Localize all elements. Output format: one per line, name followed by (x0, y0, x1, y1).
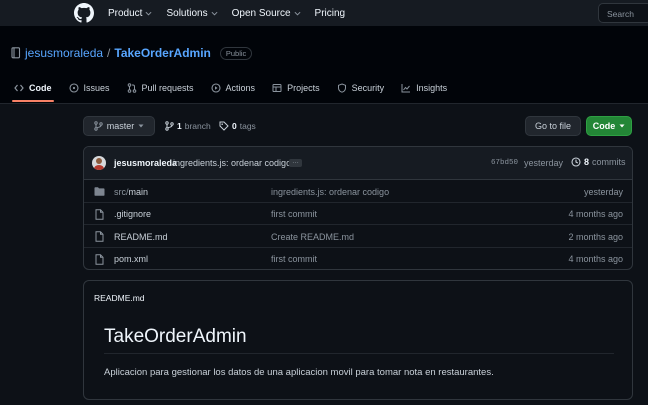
git-branch-icon (165, 121, 174, 131)
file-name-text: main (128, 186, 149, 197)
tab-insights-label: Insights (416, 83, 448, 93)
tab-issues-label: Issues (83, 83, 110, 93)
readme-panel: README.md TakeOrderAdmin Aplicacion para… (83, 280, 633, 400)
file-icon (95, 208, 104, 220)
commit-count-label: commits (592, 157, 626, 167)
file-commit-message[interactable]: ingredients.js: ordenar codigo (271, 187, 389, 197)
nav-product-label: Product (108, 7, 143, 19)
search-input[interactable]: Search (598, 3, 648, 23)
tag-icon (219, 121, 229, 131)
repo-owner-link[interactable]: jesusmoraleda (25, 46, 103, 60)
folder-icon (94, 187, 105, 196)
nav-solutions-label: Solutions (166, 7, 208, 19)
nav-pricing-label: Pricing (314, 7, 346, 19)
file-date: yesterday (583, 186, 623, 197)
file-commit-message[interactable]: Create README.md (271, 232, 354, 242)
caret-down-icon (619, 124, 625, 128)
file-list: jesusmoraleda ingredients.js: ordenar co… (83, 146, 633, 270)
tab-projects[interactable]: Projects (272, 81, 320, 95)
tab-code[interactable]: Code (12, 81, 53, 102)
readme-title: TakeOrderAdmin (104, 326, 247, 347)
repo-icon (11, 47, 21, 59)
github-logo-icon[interactable] (74, 3, 94, 23)
expand-commit-button[interactable]: … (289, 158, 302, 167)
tag-count-label: tags (239, 121, 256, 131)
commit-count: 8 (584, 157, 590, 167)
file-commit-message[interactable]: first commit (271, 209, 317, 219)
avatar[interactable] (92, 156, 106, 170)
nav-open-source-label: Open Source (231, 7, 291, 19)
file-row-pom[interactable]: pom.xml first commit 4 months ago (84, 248, 632, 270)
branch-count: 1 (177, 121, 182, 131)
chevron-down-icon (145, 11, 152, 16)
file-path-prefix: src/ (114, 186, 129, 197)
code-button-label: Code (592, 121, 616, 131)
chevron-down-icon (294, 11, 301, 16)
repo-name-link[interactable]: TakeOrderAdmin (114, 46, 210, 60)
repo-title: jesusmoraleda / TakeOrderAdmin Public (11, 46, 253, 60)
tab-actions-label: Actions (225, 83, 256, 93)
repo-header: jesusmoraleda / TakeOrderAdmin Public Co… (0, 26, 648, 104)
git-branch-icon (94, 121, 103, 131)
commit-author[interactable]: jesusmoraleda (114, 158, 177, 168)
history-icon (571, 157, 581, 167)
tab-projects-label: Projects (287, 83, 320, 93)
commit-hash[interactable]: 67bd50 (491, 159, 518, 167)
file-row-readme[interactable]: README.md Create README.md 2 months ago (84, 225, 632, 248)
divider (104, 353, 614, 354)
readme-body: Aplicacion para gestionar los datos de u… (104, 367, 494, 378)
file-name[interactable]: README.md (114, 232, 168, 242)
branches-link[interactable]: 1 branch (165, 121, 211, 131)
tab-pull-requests[interactable]: Pull requests (127, 81, 194, 95)
branch-select-button[interactable]: master (83, 116, 155, 136)
nav-menu: Product Solutions Open Source Pricing (108, 0, 345, 26)
visibility-badge: Public (219, 46, 253, 60)
tab-pull-requests-label: Pull requests (141, 83, 194, 93)
branch-count-label: branch (184, 121, 211, 131)
tab-issues[interactable]: Issues (68, 81, 110, 95)
file-date: 4 months ago (568, 209, 623, 219)
graph-icon (401, 84, 411, 93)
tab-security-label: Security (351, 83, 385, 93)
code-icon (14, 84, 24, 92)
nav-pricing[interactable]: Pricing (315, 8, 346, 19)
chevron-down-icon (211, 11, 218, 16)
tab-security[interactable]: Security (337, 81, 385, 95)
commit-time: yesterday (524, 158, 564, 168)
tags-link[interactable]: 0 tags (219, 121, 256, 131)
issue-icon (68, 83, 79, 93)
pull-request-icon (127, 83, 136, 93)
top-nav: Product Solutions Open Source Pricing Se… (0, 0, 648, 26)
tab-code-label: Code (29, 83, 52, 93)
tag-count: 0 (232, 121, 237, 131)
nav-solutions[interactable]: Solutions (166, 7, 218, 19)
file-date: 2 months ago (568, 231, 623, 242)
play-icon (210, 83, 221, 93)
commits-link[interactable]: 8 commits (571, 157, 626, 167)
repo-tabs: Code Issues Pull requests Actions Projec… (12, 81, 447, 102)
nav-open-source[interactable]: Open Source (232, 8, 301, 19)
branch-name: master (106, 121, 135, 131)
shield-icon (337, 83, 346, 93)
tab-insights[interactable]: Insights (401, 81, 447, 95)
readme-filename[interactable]: README.md (94, 293, 145, 303)
commit-message[interactable]: ingredients.js: ordenar codigo (173, 158, 291, 168)
file-icon (95, 253, 104, 265)
go-to-file-button[interactable]: Go to file (525, 116, 581, 136)
file-name[interactable]: pom.xml (114, 254, 148, 264)
file-name[interactable]: src/main (114, 187, 148, 197)
file-commit-message[interactable]: first commit (271, 254, 317, 264)
tab-actions[interactable]: Actions (210, 81, 256, 95)
file-date: 4 months ago (568, 254, 623, 264)
nav-product[interactable]: Product (108, 8, 152, 19)
code-dropdown-button[interactable]: Code (586, 116, 632, 136)
file-row-gitignore[interactable]: .gitignore first commit 4 months ago (84, 203, 632, 225)
file-icon (95, 231, 104, 242)
repo-separator: / (107, 46, 111, 60)
latest-commit-row: jesusmoraleda ingredients.js: ordenar co… (84, 147, 632, 180)
file-row-src-main[interactable]: src/main ingredients.js: ordenar codigo … (84, 180, 632, 203)
file-name[interactable]: .gitignore (114, 209, 151, 219)
caret-down-icon (138, 124, 144, 128)
table-icon (272, 84, 282, 92)
